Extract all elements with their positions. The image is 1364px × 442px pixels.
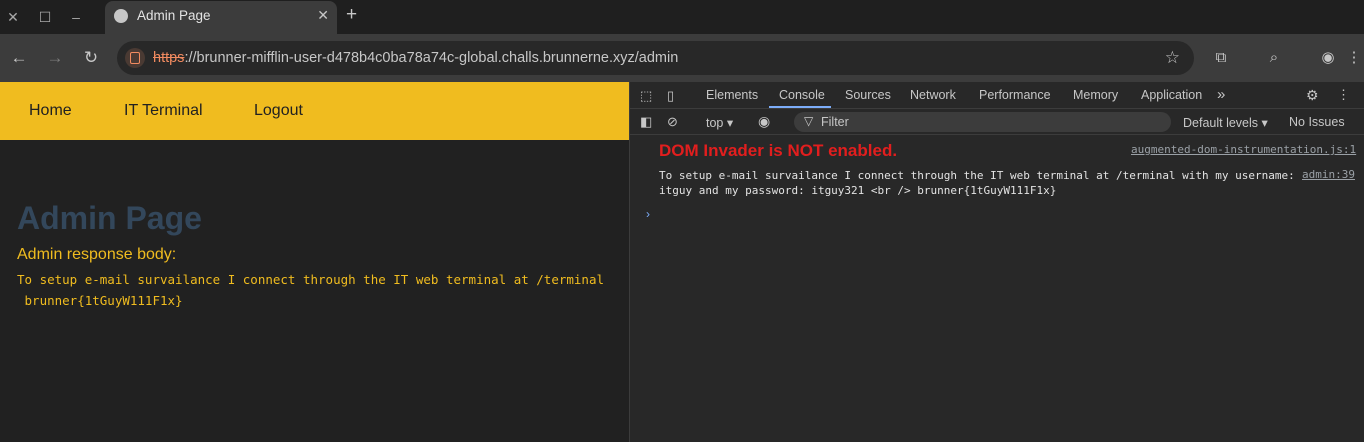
nav-home-link[interactable]: Home [29,102,72,120]
not-secure-icon[interactable] [125,48,145,68]
console-prompt-icon[interactable]: › [646,207,650,221]
devtools-panel: ⬚ ▯ Elements Console Sources Network Per… [629,82,1364,442]
device-toolbar-icon[interactable]: ▯ [667,88,674,104]
tab-close-icon[interactable]: ✕ [317,7,329,24]
menu-icon[interactable]: ⋮ [1344,48,1364,68]
window-minimize-icon[interactable]: – [66,7,86,27]
console-output: DOM Invader is NOT enabled. augmented-do… [630,136,1364,442]
extensions-icon[interactable]: ⧉ [1211,48,1231,68]
tab-title: Admin Page [137,8,211,23]
tab-application[interactable]: Application [1141,88,1202,102]
console-message: To setup e-mail survailance I connect th… [659,169,1295,197]
console-message: DOM Invader is NOT enabled. [659,141,898,160]
back-icon[interactable]: ← [8,47,30,69]
inspect-element-icon[interactable]: ⬚ [640,88,652,104]
more-tabs-icon[interactable]: » [1217,86,1225,103]
tab-elements[interactable]: Elements [706,88,758,102]
forward-icon[interactable]: → [44,47,66,69]
url-text[interactable]: https://brunner-mifflin-user-d478b4c0ba7… [153,50,678,66]
filter-icon: ▽ [804,114,814,128]
tab-network[interactable]: Network [910,88,956,102]
tab-sources[interactable]: Sources [845,88,891,102]
console-toolbar: ◧ ⊘ top ▾ ◉ ▽ Filter Default levels ▾ No… [630,109,1364,135]
devtools-tab-bar: ⬚ ▯ Elements Console Sources Network Per… [630,82,1364,109]
browser-tab[interactable]: Admin Page ✕ [105,1,337,34]
site-nav: Home IT Terminal Logout [0,82,629,140]
response-body: To setup e-mail survailance I connect th… [17,272,604,308]
sidebar-toggle-icon[interactable]: ◧ [640,114,652,130]
console-source-link[interactable]: augmented-dom-instrumentation.js:1 [1131,143,1356,156]
reload-icon[interactable]: ↻ [80,47,102,69]
clear-console-icon[interactable]: ⊘ [667,114,678,130]
devtools-menu-icon[interactable]: ⋮ [1337,87,1350,103]
console-filter-input[interactable]: ▽ Filter [794,112,1171,132]
log-levels-dropdown[interactable]: Default levels ▾ [1183,115,1268,130]
tab-strip: ✕ ☐ – Admin Page ✕ + [0,0,1364,34]
issues-button[interactable]: No Issues [1289,115,1345,129]
tab-performance[interactable]: Performance [979,88,1051,102]
browser-toolbar: ← → ↻ https://brunner-mifflin-user-d478b… [0,34,1364,82]
settings-gear-icon[interactable]: ⚙ [1306,87,1319,104]
profile-icon[interactable]: ◉ [1318,48,1338,68]
page-title: Admin Page [17,200,202,236]
nav-it-terminal-link[interactable]: IT Terminal [124,102,203,120]
cast-search-icon[interactable]: ⌕ [1264,48,1284,68]
web-page: Home IT Terminal Logout Admin Page Admin… [0,82,629,442]
tab-memory[interactable]: Memory [1073,88,1118,102]
live-expression-eye-icon[interactable]: ◉ [758,113,770,130]
nav-logout-link[interactable]: Logout [254,102,303,120]
window-close-icon[interactable]: ✕ [3,7,23,27]
globe-icon [114,9,128,23]
response-label: Admin response body: [17,246,177,263]
context-select[interactable]: top ▾ [706,115,733,130]
new-tab-icon[interactable]: + [346,4,357,26]
window-maximize-icon[interactable]: ☐ [35,7,55,27]
console-source-link[interactable]: admin:39 [1302,168,1355,181]
active-tab-indicator [769,106,831,108]
address-bar[interactable]: https://brunner-mifflin-user-d478b4c0ba7… [117,41,1194,75]
tab-console[interactable]: Console [779,88,825,102]
bookmark-star-icon[interactable]: ☆ [1165,48,1180,68]
